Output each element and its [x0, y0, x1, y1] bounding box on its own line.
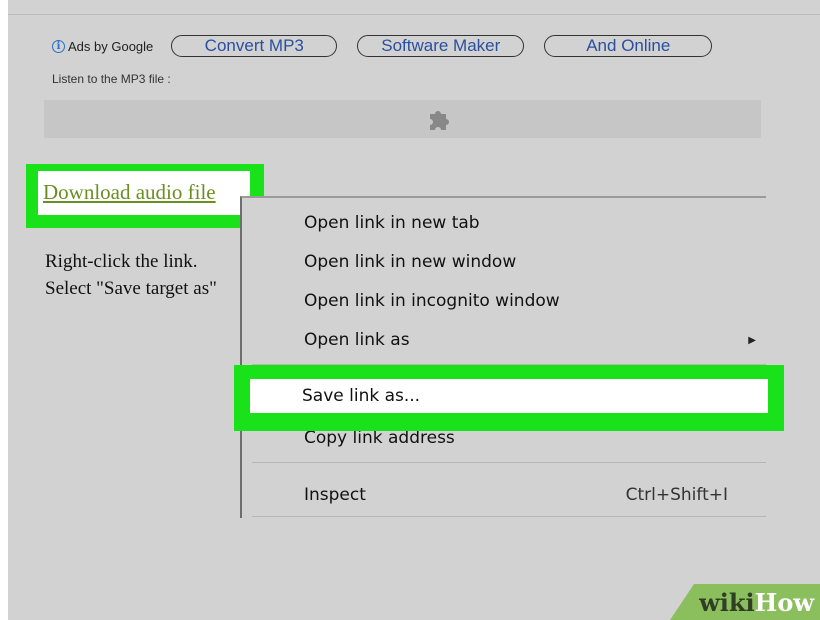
ads-bar: i Ads by Google Convert MP3 Software Mak… — [52, 34, 713, 58]
menu-item-shortcut: Ctrl+Shift+I — [625, 485, 728, 505]
menu-item-label: Open link in new window — [304, 252, 517, 272]
instruction-line-2: Select "Save target as" — [45, 278, 217, 299]
submenu-arrow-icon: ▶ — [748, 334, 756, 346]
instructions: Right-click the link. Select "Save targe… — [45, 248, 217, 302]
ad-link-and-online[interactable]: And Online — [544, 35, 713, 57]
menu-item-open-incognito[interactable]: Open link in incognito window — [304, 286, 766, 316]
menu-item-save-link-as[interactable]: Save link as... — [302, 381, 420, 411]
ads-by-google-label[interactable]: Ads by Google — [68, 39, 153, 54]
web-page: i Ads by Google Convert MP3 Software Mak… — [8, 0, 820, 620]
menu-separator — [252, 516, 766, 517]
menu-item-label: Open link in incognito window — [304, 291, 560, 311]
download-audio-link[interactable]: Download audio file — [43, 180, 216, 205]
ad-link-software-maker[interactable]: Software Maker — [357, 35, 525, 57]
watermark-how: How — [754, 587, 814, 617]
menu-item-open-new-window[interactable]: Open link in new window — [304, 247, 766, 277]
menu-item-label: Copy link address — [304, 428, 455, 448]
menu-separator — [252, 462, 766, 463]
menu-item-inspect[interactable]: Inspect Ctrl+Shift+I — [304, 480, 766, 510]
menu-item-label: Save link as... — [302, 386, 421, 406]
menu-item-label: Inspect — [304, 485, 366, 505]
wikihow-watermark: wiki How — [670, 584, 820, 620]
instruction-line-1: Right-click the link. — [45, 251, 198, 272]
menu-item-label: Open link as — [304, 330, 410, 350]
watermark-wiki: wiki — [699, 587, 755, 617]
menu-item-label: Open link in new tab — [304, 213, 480, 233]
context-menu: Open link in new tab Open link in new wi… — [240, 196, 766, 518]
menu-item-open-link-as[interactable]: Open link as ▶ — [304, 325, 766, 355]
divider — [8, 14, 820, 15]
menu-item-open-new-tab[interactable]: Open link in new tab — [304, 208, 766, 238]
puzzle-icon — [430, 111, 449, 130]
audio-plugin-placeholder[interactable] — [44, 100, 761, 138]
ad-link-convert-mp3[interactable]: Convert MP3 — [171, 35, 338, 57]
info-icon[interactable]: i — [52, 39, 65, 53]
listen-label: Listen to the MP3 file : — [52, 72, 171, 86]
